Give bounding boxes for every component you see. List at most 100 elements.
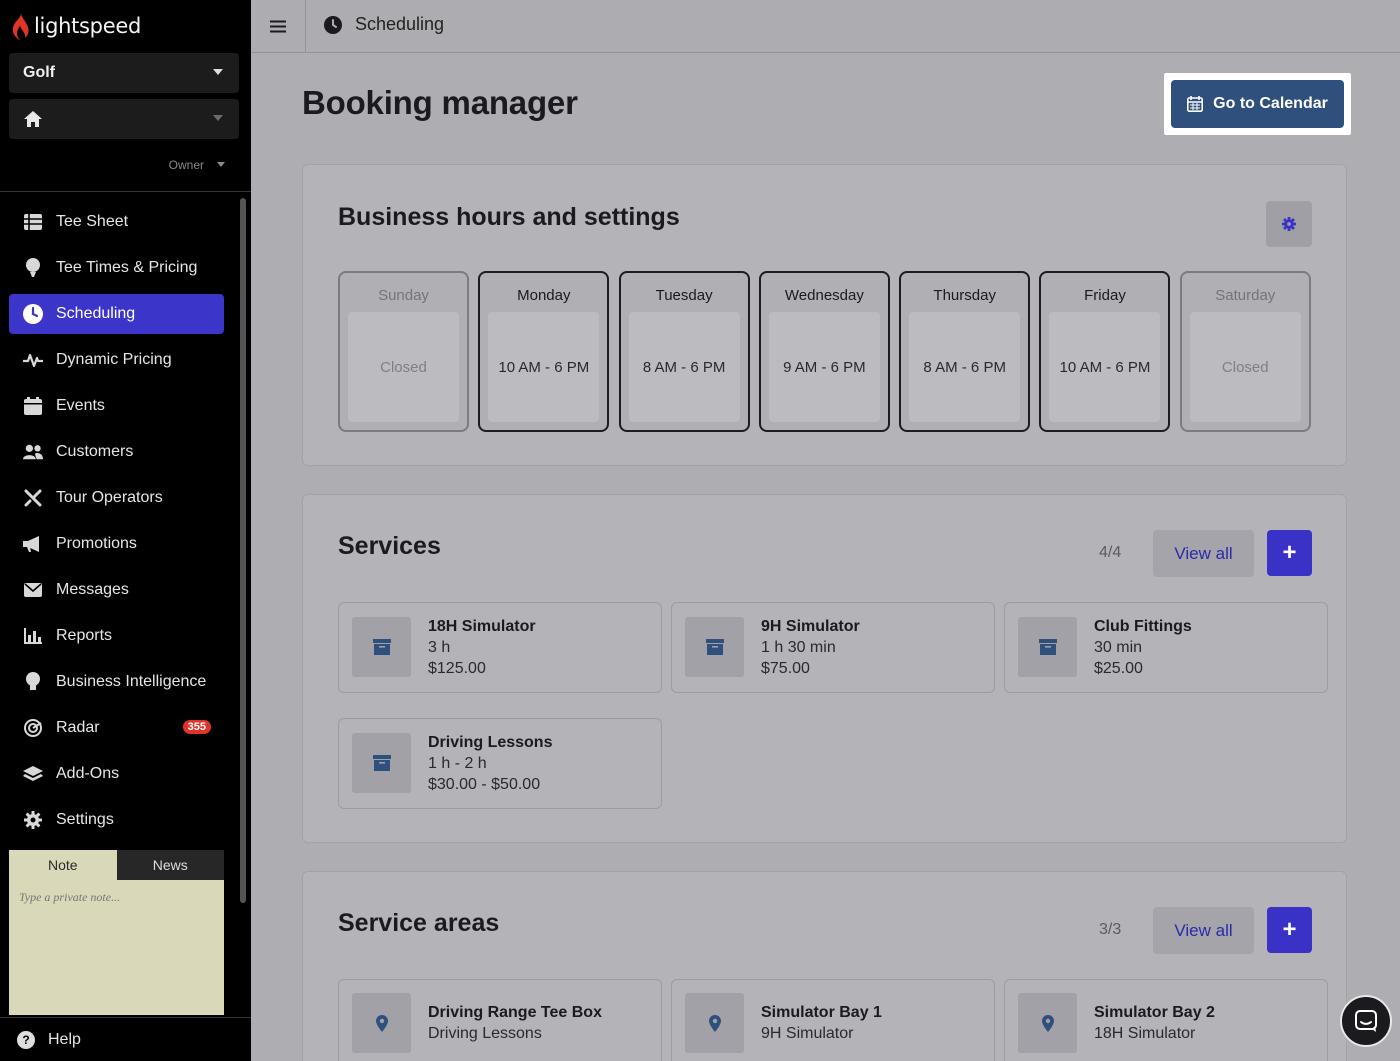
day-hours: 8 AM - 6 PM xyxy=(909,312,1021,422)
tab-note[interactable]: Note xyxy=(9,850,117,880)
sidebar-item-label: Promotions xyxy=(56,535,137,552)
help-link[interactable]: ? Help xyxy=(0,1017,251,1061)
sidebar-item-label: Tee Times & Pricing xyxy=(56,259,198,276)
day-hours: Closed xyxy=(348,312,459,422)
calendar-icon xyxy=(23,396,43,416)
calendar-icon xyxy=(1187,96,1204,112)
service-area-card[interactable]: Driving Range Tee Box Driving Lessons xyxy=(338,979,662,1061)
radar-count-badge: 355 xyxy=(182,720,211,734)
location-select[interactable] xyxy=(9,99,239,139)
service-price: $30.00 - $50.00 xyxy=(428,776,541,793)
day-name: Sunday xyxy=(378,287,429,304)
day-name: Tuesday xyxy=(655,287,713,304)
tab-news[interactable]: News xyxy=(116,850,224,880)
day-monday[interactable]: Monday 10 AM - 6 PM xyxy=(478,271,610,432)
lightbulb-icon xyxy=(23,672,43,692)
sidebar-scrollbar[interactable] xyxy=(240,198,246,903)
service-areas-count: 3/3 xyxy=(1099,921,1122,938)
business-select[interactable]: Golf xyxy=(9,53,239,93)
sidebar-item-tee-sheet[interactable]: Tee Sheet xyxy=(9,202,224,242)
sidebar-item-radar[interactable]: Radar 355 xyxy=(9,708,224,748)
service-area-details: Simulator Bay 1 9H Simulator xyxy=(761,1002,882,1044)
sidebar-item-label: Radar xyxy=(56,719,100,736)
weekly-hours: Sunday Closed Monday 10 AM - 6 PM Tuesda… xyxy=(338,271,1311,432)
sidebar-item-reports[interactable]: Reports xyxy=(9,616,224,656)
sidebar-item-promotions[interactable]: Promotions xyxy=(9,524,224,564)
day-hours: 10 AM - 6 PM xyxy=(488,312,600,422)
day-name: Wednesday xyxy=(784,287,864,304)
services-view-all-button[interactable]: View all xyxy=(1153,530,1254,577)
lightspeed-logo[interactable]: lightspeed xyxy=(10,10,141,42)
sidebar-item-tee-times-pricing[interactable]: Tee Times & Pricing xyxy=(9,248,224,288)
sidebar-item-business-intelligence[interactable]: Business Intelligence xyxy=(9,662,224,702)
service-area-service: 9H Simulator xyxy=(761,1025,854,1042)
day-hours: 8 AM - 6 PM xyxy=(628,312,740,422)
service-area-card[interactable]: Simulator Bay 2 18H Simulator xyxy=(1004,979,1328,1061)
map-pin-icon xyxy=(352,993,411,1053)
sidebar-divider xyxy=(0,191,251,192)
sidebar-item-dynamic-pricing[interactable]: Dynamic Pricing xyxy=(9,340,224,380)
archive-box-icon xyxy=(1018,617,1077,677)
day-hours: Closed xyxy=(1189,312,1301,422)
chat-support-button[interactable] xyxy=(1340,995,1392,1047)
service-details: Driving Lessons 1 h - 2 h $30.00 - $50.0… xyxy=(428,732,552,795)
business-hours-card: Business hours and settings Sunday Close… xyxy=(302,164,1347,466)
day-saturday[interactable]: Saturday Closed xyxy=(1179,271,1311,432)
service-duration: 1 h 30 min xyxy=(761,639,836,656)
sidebar-item-settings[interactable]: Settings xyxy=(9,800,224,840)
service-area-details: Simulator Bay 2 18H Simulator xyxy=(1094,1002,1215,1044)
sidebar-item-events[interactable]: Events xyxy=(9,386,224,426)
service-areas-view-all-button[interactable]: View all xyxy=(1153,907,1254,954)
page-section-title: Scheduling xyxy=(355,14,445,34)
service-card[interactable]: 18H Simulator 3 h $125.00 xyxy=(338,602,662,693)
service-name: Driving Lessons xyxy=(428,734,553,751)
business-settings-button[interactable] xyxy=(1266,201,1312,247)
service-card[interactable]: Club Fittings 30 min $25.00 xyxy=(1004,602,1328,693)
add-service-area-button[interactable]: + xyxy=(1267,907,1312,953)
sidebar-item-label: Tee Sheet xyxy=(56,213,129,230)
business-hours-title: Business hours and settings xyxy=(338,203,680,231)
add-service-button[interactable]: + xyxy=(1267,530,1312,576)
sidebar-item-messages[interactable]: Messages xyxy=(9,570,224,610)
brand-name: lightspeed xyxy=(34,14,141,38)
service-area-service: Driving Lessons xyxy=(428,1025,542,1042)
day-wednesday[interactable]: Wednesday 9 AM - 6 PM xyxy=(758,271,890,432)
pulse-icon xyxy=(23,350,43,370)
flame-icon xyxy=(12,12,29,40)
golf-tee-icon xyxy=(23,258,43,278)
gear-icon xyxy=(1282,217,1296,231)
service-card[interactable]: Driving Lessons 1 h - 2 h $30.00 - $50.0… xyxy=(338,718,662,809)
sidebar-item-customers[interactable]: Customers xyxy=(9,432,224,472)
sidebar-item-tour-operators[interactable]: Tour Operators xyxy=(9,478,224,518)
day-friday[interactable]: Friday 10 AM - 6 PM xyxy=(1039,271,1171,432)
sidebar-item-add-ons[interactable]: Add-Ons xyxy=(9,754,224,794)
sidebar-item-label: Settings xyxy=(56,811,114,828)
service-area-name: Driving Range Tee Box xyxy=(428,1004,602,1021)
service-name: Club Fittings xyxy=(1094,618,1192,635)
day-hours: 9 AM - 6 PM xyxy=(768,312,880,422)
gear-icon xyxy=(23,810,43,830)
sidebar-item-scheduling[interactable]: Scheduling xyxy=(9,294,224,334)
sidebar-item-label: Scheduling xyxy=(56,305,136,322)
sidebar-item-label: Messages xyxy=(56,581,129,598)
service-card[interactable]: 9H Simulator 1 h 30 min $75.00 xyxy=(671,602,995,693)
sidebar: lightspeed Golf Owner Tee Sheet Tee Time… xyxy=(0,0,251,1061)
archive-box-icon xyxy=(685,617,744,677)
go-to-calendar-button[interactable]: Go to Calendar xyxy=(1171,80,1344,128)
service-area-card[interactable]: Simulator Bay 1 9H Simulator xyxy=(671,979,995,1061)
service-area-service: 18H Simulator xyxy=(1094,1025,1196,1042)
day-thursday[interactable]: Thursday 8 AM - 6 PM xyxy=(899,271,1031,432)
chevron-down-icon xyxy=(213,115,223,121)
notes-tabs: Note News xyxy=(9,850,224,880)
service-area-details: Driving Range Tee Box Driving Lessons xyxy=(428,1002,602,1044)
role-select[interactable]: Owner xyxy=(169,158,204,172)
day-tuesday[interactable]: Tuesday 8 AM - 6 PM xyxy=(618,271,750,432)
question-icon: ? xyxy=(17,1030,35,1049)
service-price: $25.00 xyxy=(1094,660,1143,677)
private-note-input[interactable] xyxy=(9,880,224,1015)
clock-icon xyxy=(23,304,43,324)
day-sunday[interactable]: Sunday Closed xyxy=(338,271,469,432)
breadcrumb: Scheduling xyxy=(324,14,444,35)
hamburger-menu-button[interactable] xyxy=(251,0,306,53)
users-icon xyxy=(23,442,43,462)
